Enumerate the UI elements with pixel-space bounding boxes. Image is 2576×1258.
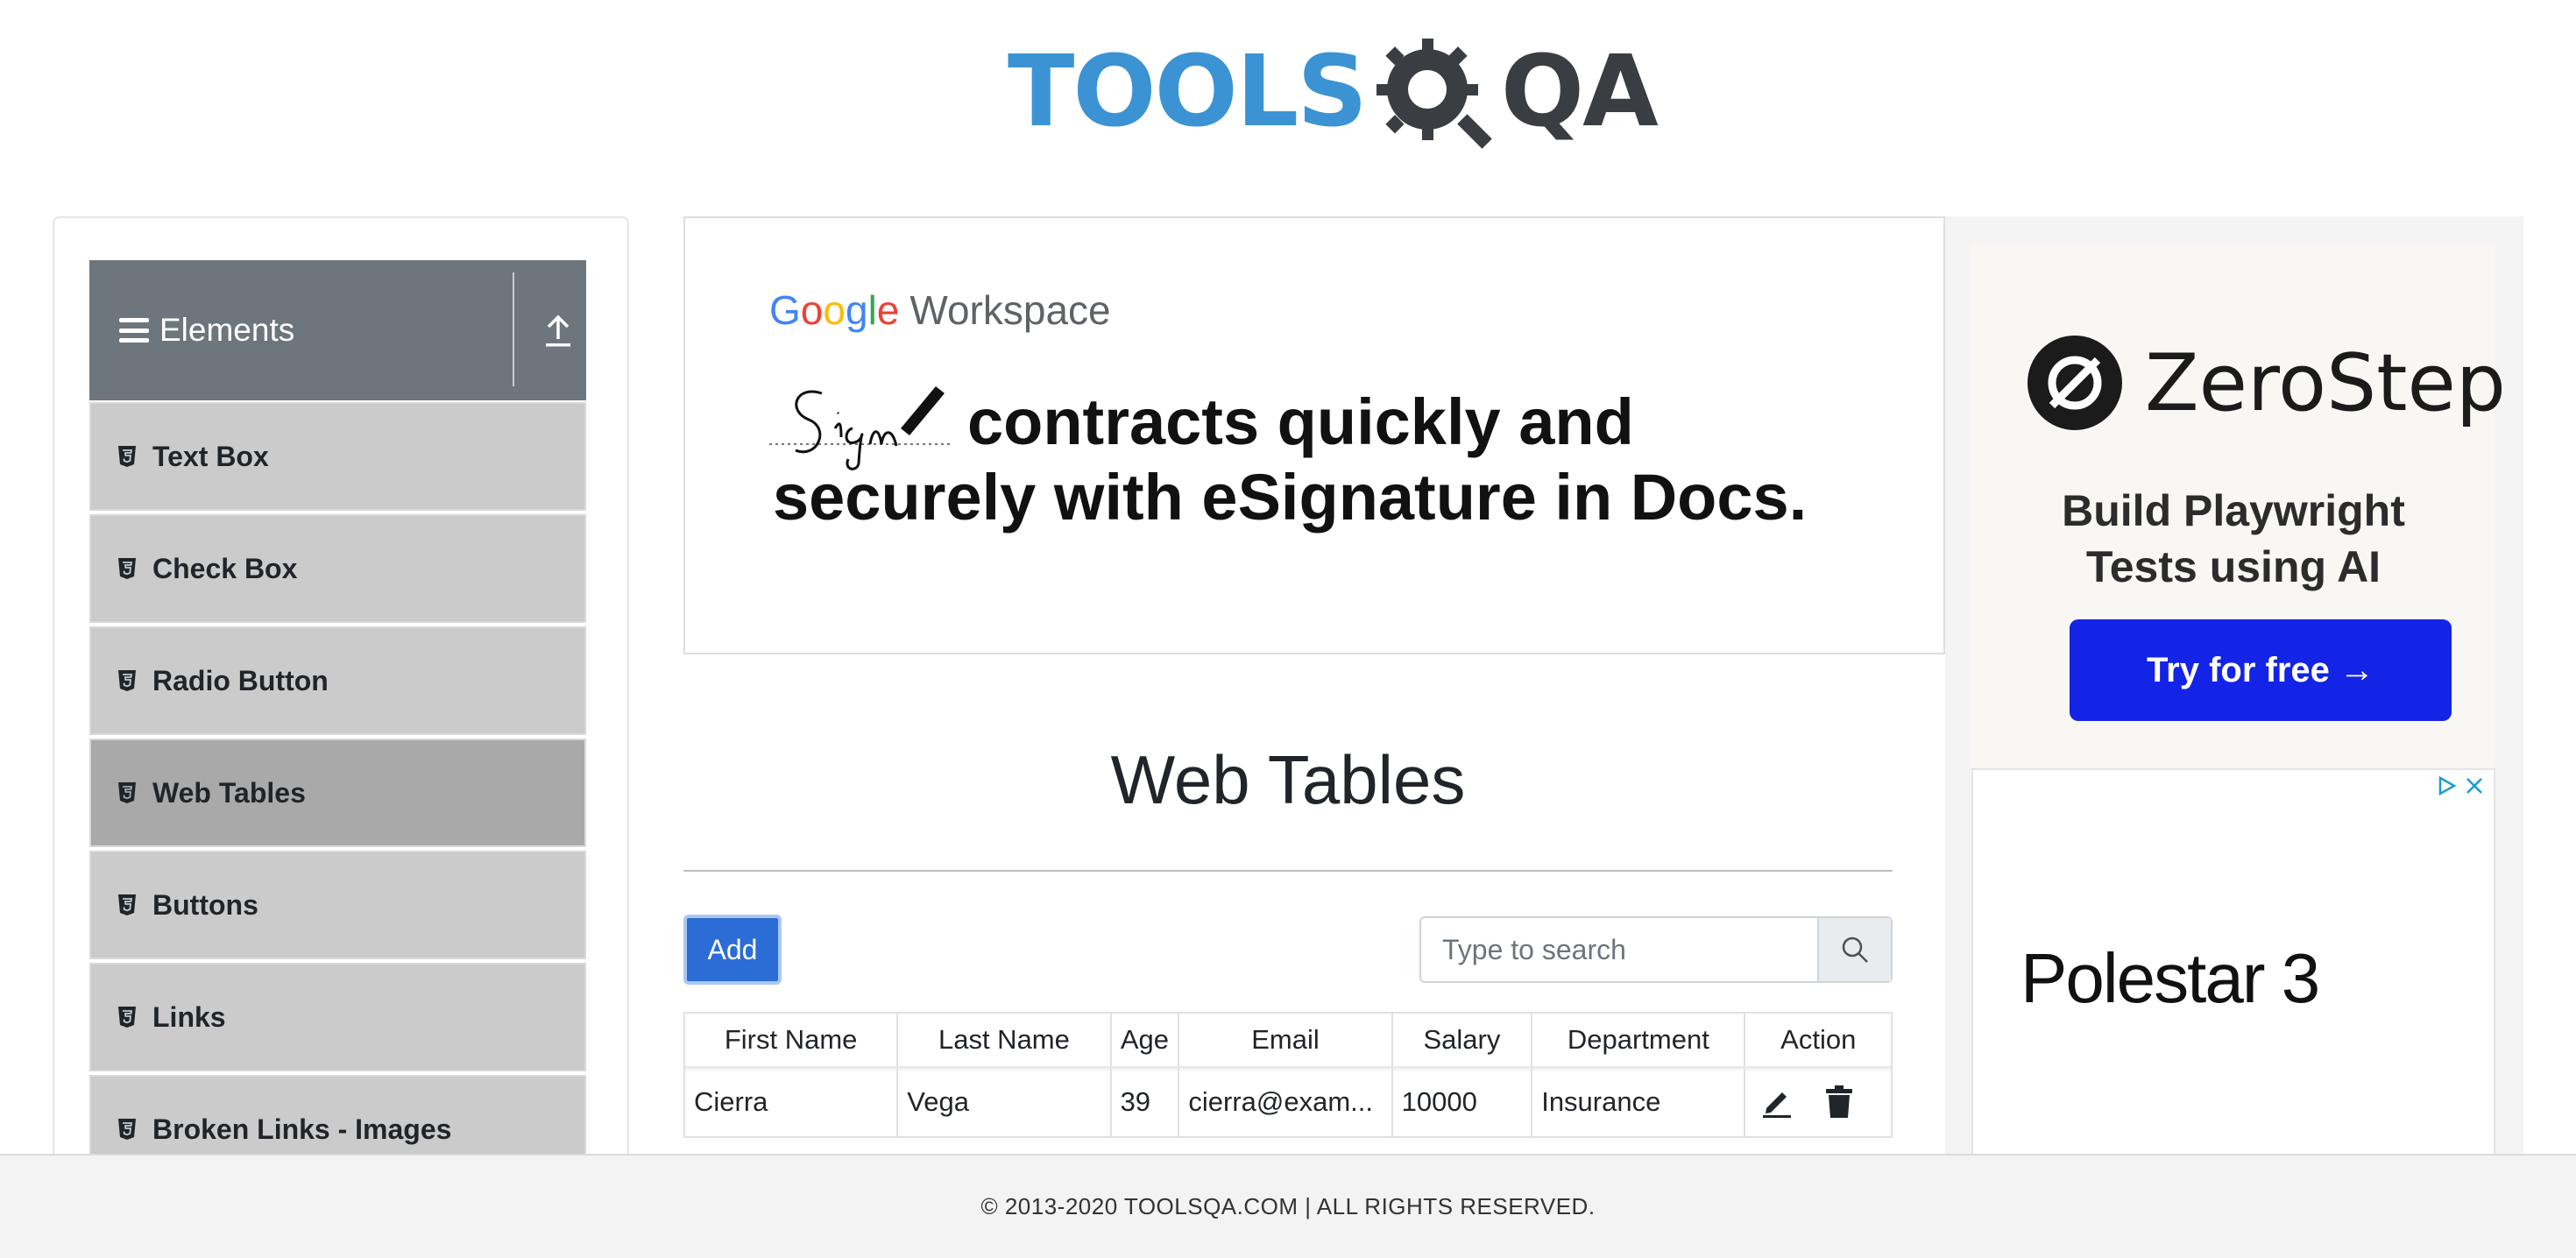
ad-headline: contracts quickly and securely with eSig…: [773, 385, 1824, 535]
ad-headline-line2: securely with eSignature in Docs.: [773, 461, 1808, 534]
google-workspace-brand: Google Workspace: [769, 286, 1111, 334]
html5-icon: [118, 1007, 136, 1028]
sidebar-item-label: Web Tables: [152, 776, 306, 809]
zerostep-name: ZeroStep: [2145, 336, 2507, 429]
sidebar-item-buttons[interactable]: Buttons: [89, 851, 586, 959]
table-body: Cierra Vega 39 cierra@exam... 10000 Insu…: [685, 1066, 1891, 1136]
google-wordmark: Google: [769, 287, 900, 333]
zerostep-tagline-line2: Tests using AI: [2085, 542, 2381, 591]
sidebar-item-label: Text Box: [152, 440, 269, 472]
title-divider: [683, 870, 1893, 872]
cell-email: cierra@exam...: [1179, 1068, 1393, 1136]
column-header-first-name[interactable]: First Name: [685, 1014, 899, 1066]
table-row: Cierra Vega 39 cierra@exam... 10000 Insu…: [685, 1066, 1891, 1136]
try-for-free-button[interactable]: Try for free →: [2070, 619, 2452, 721]
workspace-label: Workspace: [909, 287, 1111, 333]
zerostep-tagline-line1: Build Playwright: [2062, 486, 2405, 535]
sidebar-item-label: Links: [152, 1000, 226, 1033]
cell-department: Insurance: [1532, 1068, 1746, 1136]
ad-headline-line1: contracts quickly and: [967, 385, 1634, 458]
page-title: Web Tables: [1110, 741, 1466, 818]
column-header-action[interactable]: Action: [1745, 1014, 1891, 1066]
cell-last-name: Vega: [898, 1068, 1112, 1136]
logo-text-qa: QA: [1500, 35, 1659, 149]
zerostep-tagline: Build Playwright Tests using AI: [1971, 483, 2495, 595]
cell-first-name: Cierra: [685, 1068, 899, 1136]
toolsqa-logo[interactable]: TOOLS QA: [1008, 26, 1659, 158]
cell-age: 39: [1112, 1068, 1180, 1136]
sidebar-group-elements[interactable]: Elements: [89, 260, 586, 400]
sidebar-menu: Text Box Check Box Radio Button Web Tabl…: [89, 402, 586, 1187]
cell-action: [1745, 1068, 1891, 1136]
row-actions: [1754, 1085, 1854, 1119]
logo-text-tools: TOOLS: [1008, 35, 1368, 149]
add-button[interactable]: Add: [683, 915, 782, 985]
delete-trash-icon[interactable]: [1824, 1085, 1854, 1119]
footer-copyright: © 2013-2020 TOOLSQA.COM | ALL RIGHTS RES…: [980, 1193, 1596, 1219]
right-ad-column: ZeroStep Build Playwright Tests using AI…: [1945, 216, 2523, 1258]
search-icon: [1842, 936, 1868, 963]
html5-icon: [118, 894, 136, 915]
html5-icon: [118, 446, 136, 467]
column-header-last-name[interactable]: Last Name: [898, 1014, 1112, 1066]
polestar-name: Polestar 3: [2020, 939, 2320, 1017]
search-input[interactable]: [1421, 918, 1817, 981]
search-button[interactable]: [1817, 918, 1891, 981]
sidebar-item-check-box[interactable]: Check Box: [89, 514, 586, 623]
sidebar-group-divider: [513, 272, 514, 386]
html5-icon: [118, 558, 136, 579]
sidebar-group-title: Elements: [159, 312, 295, 348]
sidebar-item-web-tables[interactable]: Web Tables: [89, 739, 586, 847]
column-header-department[interactable]: Department: [1532, 1014, 1746, 1066]
footer: © 2013-2020 TOOLSQA.COM | ALL RIGHTS RES…: [0, 1154, 2576, 1258]
web-table: First Name Last Name Age Email Salary De…: [683, 1012, 1893, 1138]
ad-choices-icon[interactable]: [2436, 775, 2457, 796]
sidebar-item-label: Buttons: [152, 888, 258, 921]
table-header-row: First Name Last Name Age Email Salary De…: [685, 1014, 1891, 1066]
sidebar-item-label: Check Box: [152, 552, 298, 584]
sidebar-item-label: Broken Links - Images: [152, 1113, 452, 1145]
ad-choices[interactable]: [2436, 775, 2485, 796]
column-header-salary[interactable]: Salary: [1393, 1014, 1533, 1066]
collapse-up-icon[interactable]: [543, 314, 573, 348]
zerostep-logo: ZeroStep: [2028, 336, 2506, 430]
html5-icon: [118, 782, 136, 803]
sidebar-item-label: Radio Button: [152, 664, 329, 696]
zerostep-logo-icon: [2028, 336, 2122, 430]
gear-magnifier-icon: [1376, 39, 1492, 149]
google-workspace-ad[interactable]: Google Workspace contracts quickly and s…: [683, 216, 1945, 654]
column-header-email[interactable]: Email: [1179, 1014, 1393, 1066]
html5-icon: [118, 670, 136, 691]
html5-icon: [118, 1119, 136, 1140]
sidebar-item-text-box[interactable]: Text Box: [89, 402, 586, 511]
hamburger-icon: [119, 318, 149, 343]
search-box: [1419, 916, 1893, 983]
column-header-age[interactable]: Age: [1112, 1014, 1180, 1066]
close-icon[interactable]: [2464, 775, 2485, 796]
edit-pencil-icon[interactable]: [1759, 1085, 1793, 1119]
sidebar-item-links[interactable]: Links: [89, 963, 586, 1071]
cell-salary: 10000: [1393, 1068, 1533, 1136]
sidebar-item-radio-button[interactable]: Radio Button: [89, 626, 586, 735]
